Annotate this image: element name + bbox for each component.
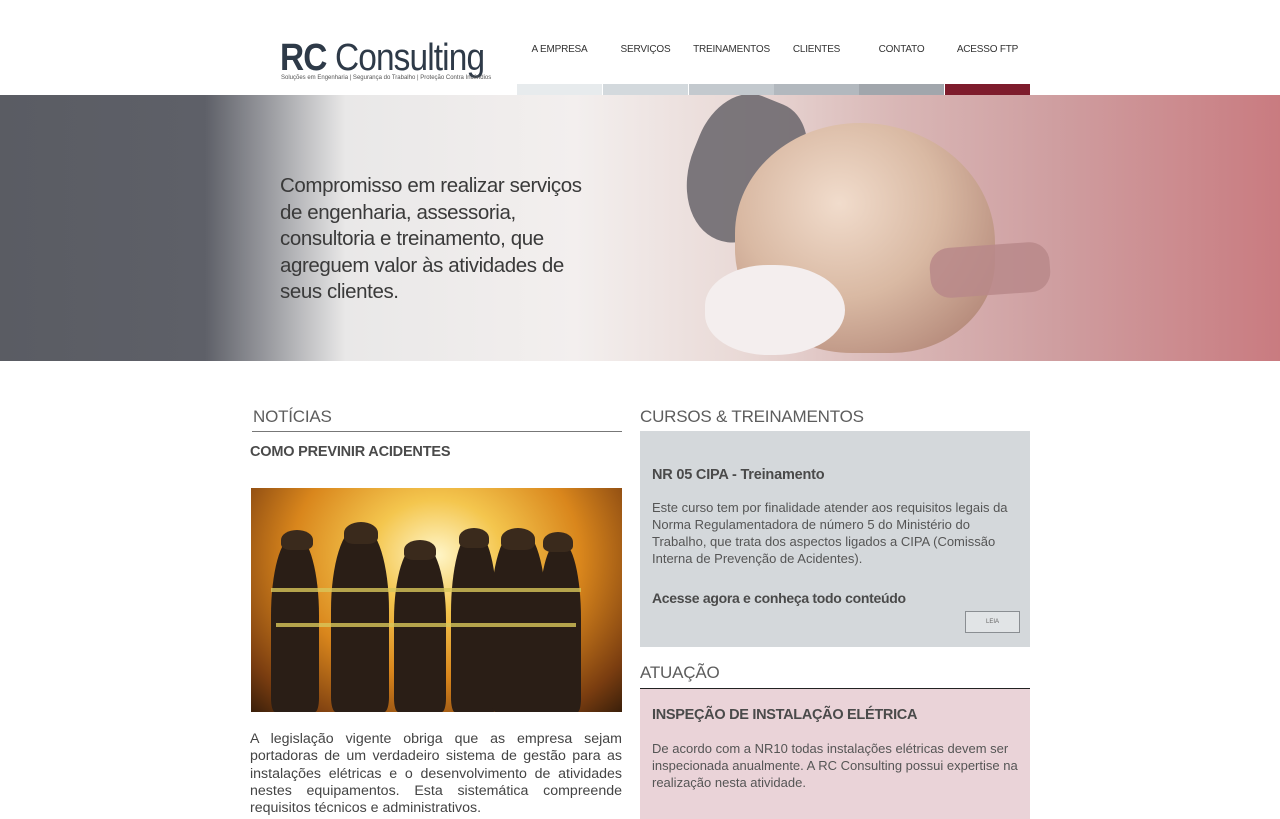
nav-item-bar	[517, 84, 602, 95]
main-nav: A EMPRESA SERVIÇOS TREINAMENTOS CLIENTES…	[517, 0, 1030, 95]
nav-item-bar	[689, 84, 774, 95]
reflective-stripe	[271, 588, 581, 592]
atuacao-card: INSPEÇÃO DE INSTALAÇÃO ELÉTRICA De acord…	[640, 689, 1030, 819]
hero-banner: Compromisso em realizar serviços de enge…	[0, 95, 1280, 361]
site-header: RC Consulting Soluções em Engenharia | S…	[0, 0, 1280, 95]
nav-item-acesso-ftp[interactable]: ACESSO FTP	[945, 0, 1030, 95]
firefighter-helmet	[459, 528, 489, 548]
hero-image-glove	[705, 265, 845, 355]
nav-item-label: ACESSO FTP	[956, 44, 1019, 55]
news-body-text: A legislação vigente obriga que as empre…	[250, 731, 622, 817]
firefighter-helmet	[404, 540, 436, 560]
news-divider	[252, 431, 622, 432]
firefighter-helmet	[543, 532, 573, 552]
nav-item-label: TREINAMENTOS	[693, 44, 770, 55]
logo-wordmark: RC Consulting	[280, 37, 485, 79]
firefighter-silhouette	[331, 527, 389, 712]
logo-tagline: Soluções em Engenharia | Segurança do Tr…	[281, 75, 492, 81]
firefighter-helmet	[281, 530, 313, 550]
site-logo[interactable]: RC Consulting Soluções em Engenharia | S…	[280, 38, 500, 88]
nav-item-a-empresa[interactable]: A EMPRESA	[517, 0, 602, 95]
atuacao-title[interactable]: INSPEÇÃO DE INSTALAÇÃO ELÉTRICA	[652, 707, 917, 723]
firefighter-silhouette	[394, 544, 446, 712]
nav-item-label: A EMPRESA	[531, 44, 588, 55]
news-image-firefighters[interactable]	[251, 488, 622, 712]
hero-tagline: Compromisso em realizar serviços de enge…	[280, 174, 582, 303]
atuacao-section-title: ATUAÇÃO	[640, 663, 720, 682]
atuacao-description: De acordo com a NR10 todas instalações e…	[652, 741, 1018, 790]
nav-item-contato[interactable]: CONTATO	[859, 0, 944, 95]
nav-item-bar	[945, 84, 1030, 95]
reflective-stripe	[276, 623, 576, 627]
course-cta-text: Acesse agora e conheça todo conteúdo	[652, 590, 906, 606]
leia-button[interactable]: LEIA	[965, 611, 1020, 633]
nav-item-clientes[interactable]: CLIENTES	[774, 0, 859, 95]
firefighter-helmet	[501, 528, 535, 550]
nav-item-bar	[603, 84, 688, 95]
nav-item-bar	[774, 84, 859, 95]
course-title[interactable]: NR 05 CIPA - Treinamento	[652, 467, 825, 483]
news-section-title: NOTÍCIAS	[253, 407, 332, 426]
nav-item-servicos[interactable]: SERVIÇOS	[603, 0, 688, 95]
course-card: NR 05 CIPA - Treinamento Este curso tem …	[640, 431, 1030, 647]
nav-item-label: CONTATO	[878, 44, 925, 55]
firefighter-helmet	[344, 522, 378, 544]
news-headline[interactable]: COMO PREVINIR ACIDENTES	[250, 444, 451, 460]
firefighter-silhouette	[539, 542, 581, 712]
firefighter-silhouette	[491, 530, 546, 712]
course-description: Este curso tem por finalidade atender ao…	[652, 500, 1008, 566]
nav-item-treinamentos[interactable]: TREINAMENTOS	[689, 0, 774, 95]
nav-item-bar	[859, 84, 944, 95]
courses-section-title: CURSOS & TREINAMENTOS	[640, 407, 864, 426]
nav-item-label: CLIENTES	[792, 44, 841, 55]
hero-image-strap	[928, 240, 1052, 300]
nav-item-label: SERVIÇOS	[620, 44, 671, 55]
